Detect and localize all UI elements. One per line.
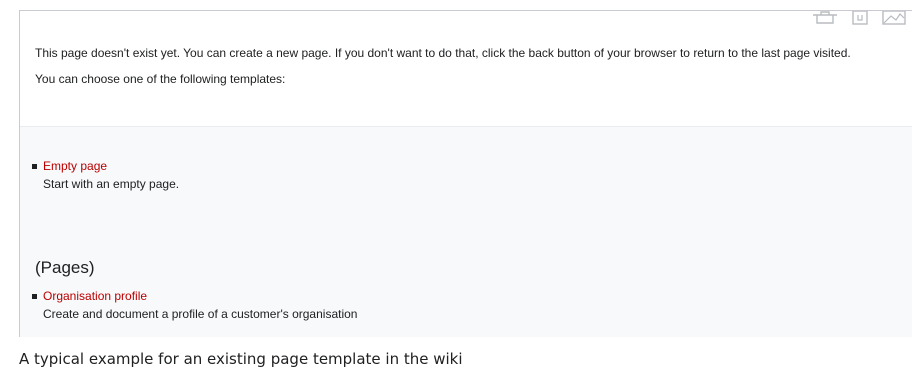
toolbar-icons xyxy=(812,11,906,27)
list-item: Empty page Start with an empty page. xyxy=(20,157,179,193)
default-template-list: Empty page Start with an empty page. xyxy=(20,157,179,193)
bullet-icon xyxy=(32,294,37,299)
print-icon[interactable] xyxy=(812,11,838,25)
image-icon[interactable] xyxy=(882,11,906,25)
bullet-icon xyxy=(32,164,37,169)
missing-page-notice: This page doesn't exist yet. You can cre… xyxy=(35,46,851,60)
notice-content: This page doesn't exist yet. You can cre… xyxy=(35,43,900,89)
template-link-empty-page[interactable]: Empty page xyxy=(43,159,107,173)
pages-template-list: Organisation profile Create and document… xyxy=(20,287,357,323)
screenshot-frame: This page doesn't exist yet. You can cre… xyxy=(19,10,912,337)
choose-template-text: You can choose one of the following temp… xyxy=(35,72,286,86)
template-description: Create and document a profile of a custo… xyxy=(43,307,358,321)
template-group-heading: (Pages) xyxy=(35,258,95,277)
image-caption: A typical example for an existing page t… xyxy=(19,350,463,368)
template-link-organisation-profile[interactable]: Organisation profile xyxy=(43,289,147,303)
page-icon[interactable] xyxy=(852,11,868,25)
list-item: Organisation profile Create and document… xyxy=(20,287,357,323)
template-list-box: Empty page Start with an empty page. (Pa… xyxy=(20,126,912,337)
template-description: Start with an empty page. xyxy=(43,177,180,191)
